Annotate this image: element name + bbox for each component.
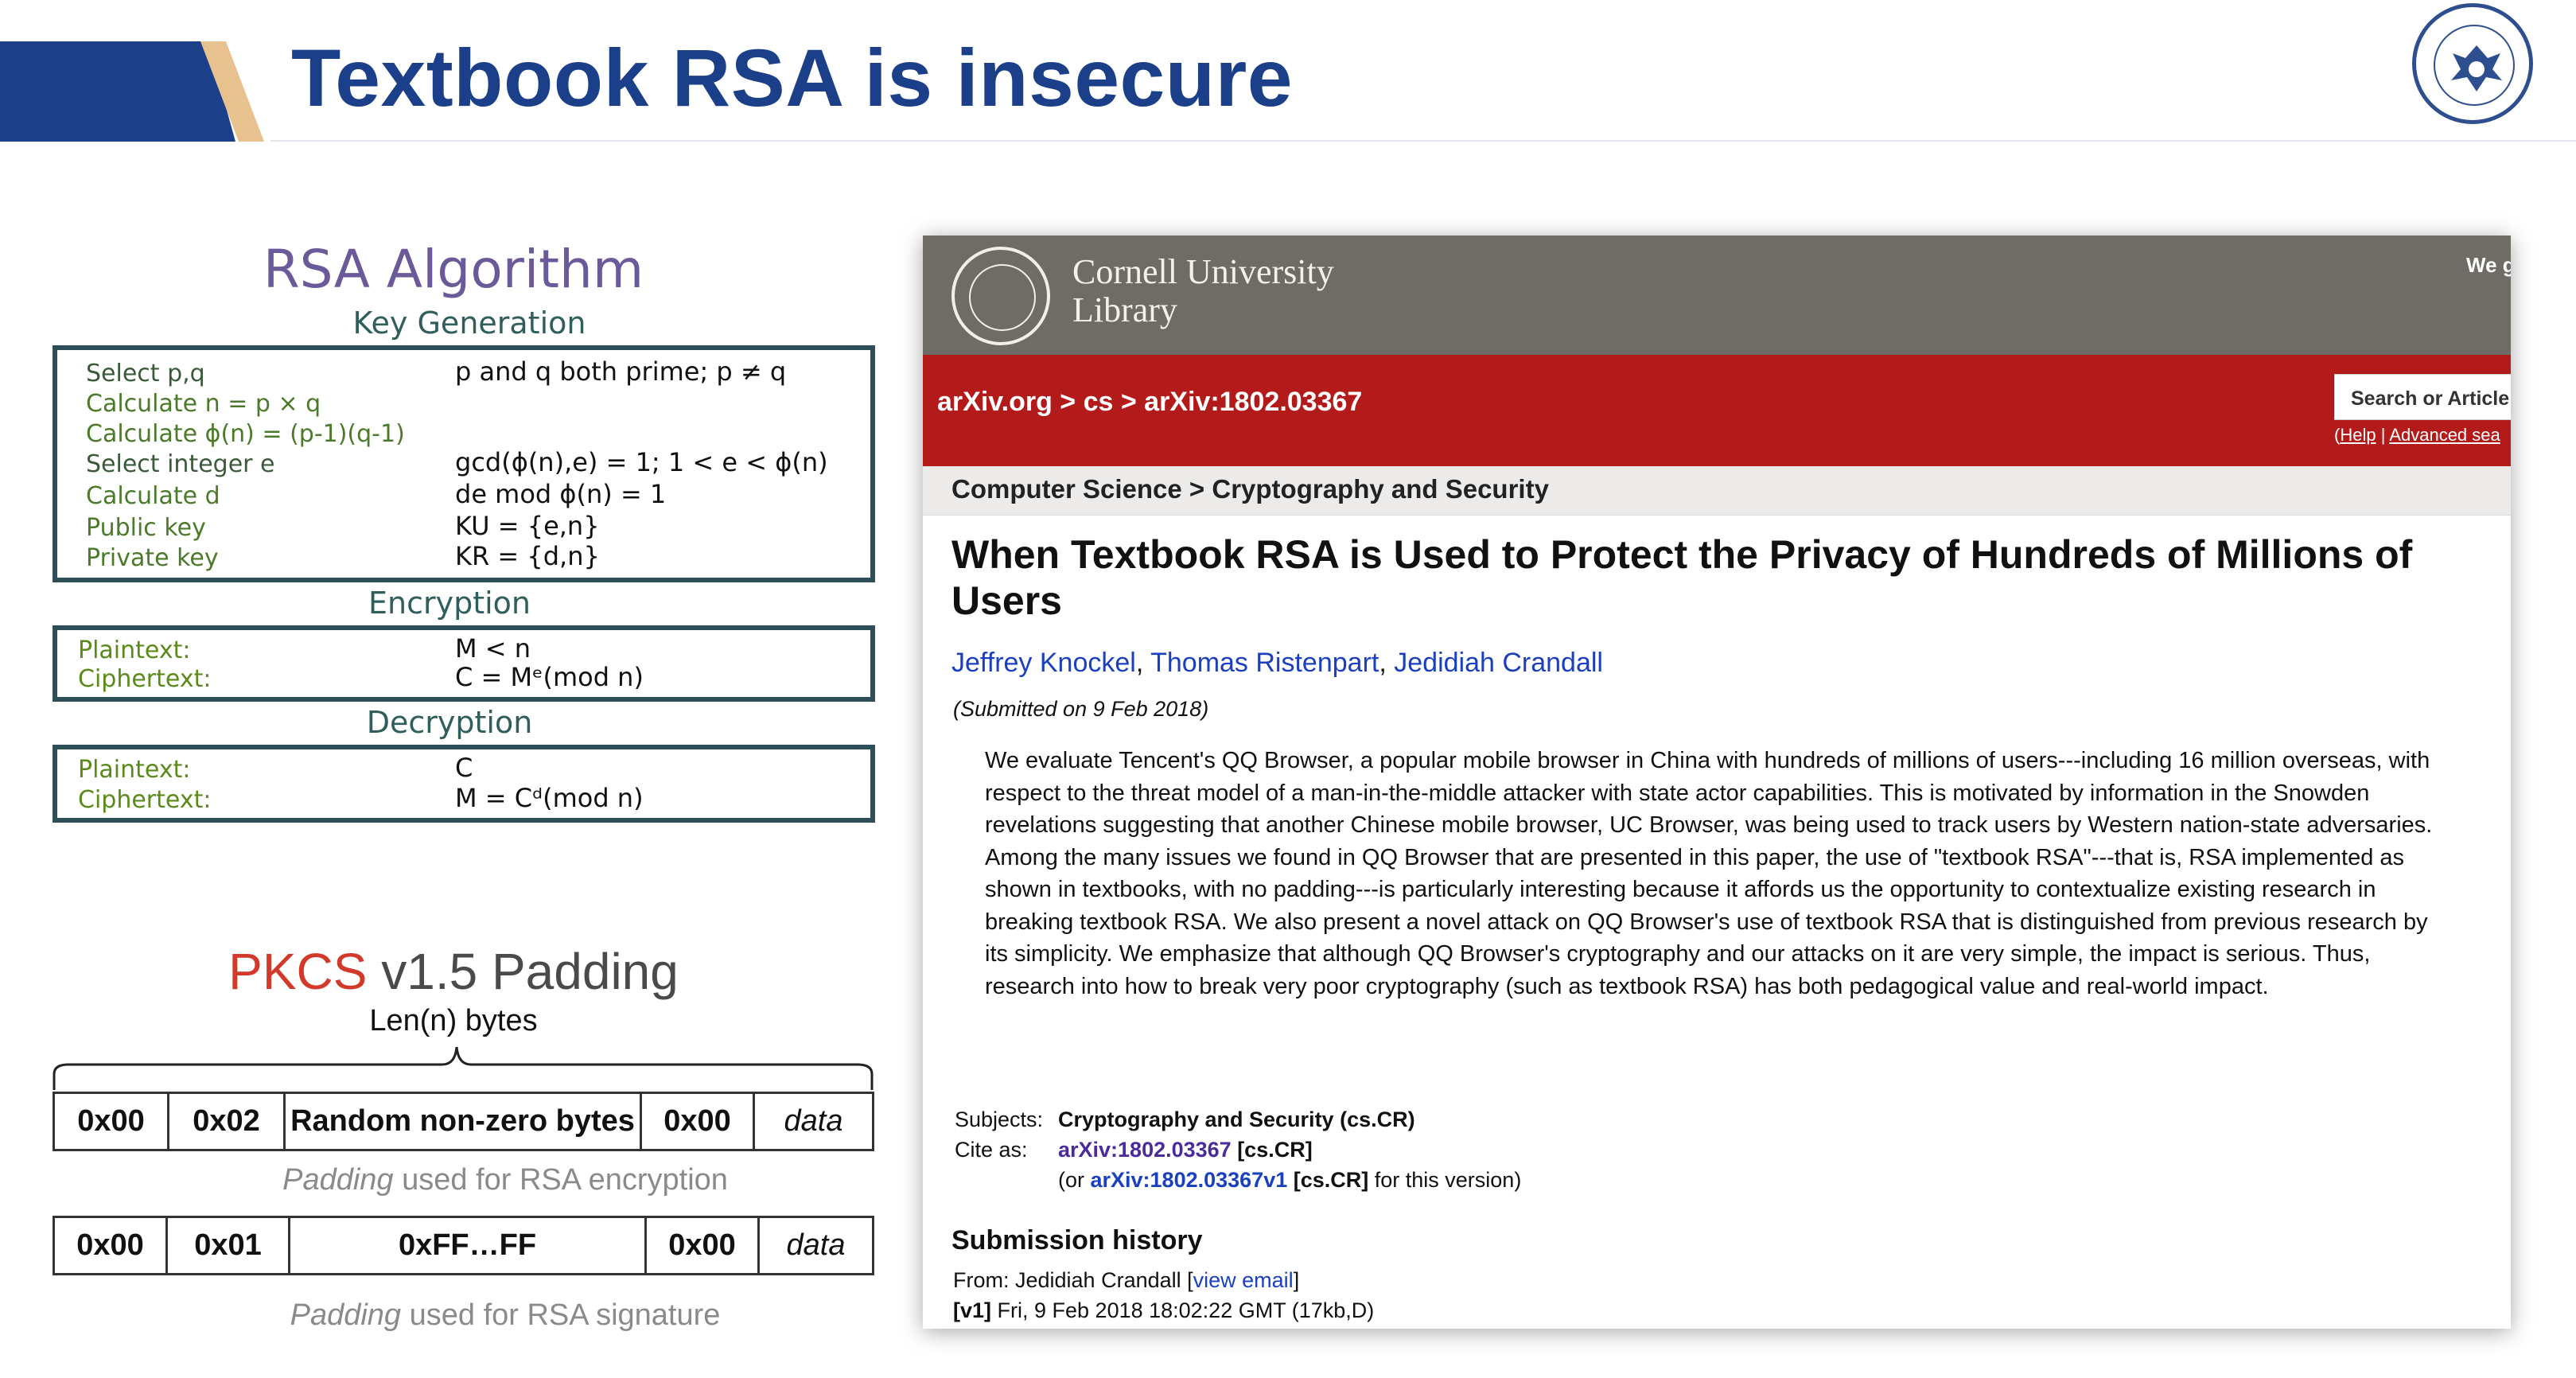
cite-row: Cite as: arXiv:1802.03367 [cs.CR] [955, 1138, 1313, 1162]
key-generation-box: Select p,q p and q both prime; p ≠ q Cal… [53, 345, 875, 582]
dec-plaintext-value: C [455, 753, 473, 783]
enc-ciphertext-label: Ciphertext: [78, 665, 212, 693]
slide-title: Textbook RSA is insecure [291, 33, 1294, 123]
kg-value: gcd(ϕ(n),e) = 1; 1 < e < ϕ(n) [455, 447, 828, 477]
search-help-links: (Help | Advanced sea [2334, 425, 2500, 446]
version-tag: [v1] [953, 1298, 992, 1322]
padding-cell: Random non-zero bytes [283, 1092, 642, 1151]
cite-version-link[interactable]: arXiv:1802.03367v1 [1091, 1168, 1288, 1192]
help-sep: | [2376, 425, 2390, 445]
author-sep: , [1379, 648, 1395, 678]
encryption-padding-caption: Padding used for RSA encryption [127, 1163, 883, 1197]
cite-tag: [cs.CR] [1231, 1138, 1313, 1162]
encryption-heading: Encryption [368, 586, 531, 621]
caption-rest: used for RSA signature [401, 1298, 721, 1332]
kg-value: de mod ϕ(n) = 1 [455, 479, 667, 509]
cite-label: Cite as: [955, 1138, 1028, 1162]
subjects-label: Subjects: [955, 1107, 1044, 1131]
signature-padding-table: 0x00 0x01 0xFF…FF 0x00 data [53, 1216, 874, 1275]
caption-rest: used for RSA encryption [393, 1163, 728, 1197]
submission-from: From: Jedidiah Crandall [view email] [953, 1268, 1299, 1293]
author-link[interactable]: Thomas Ristenpart [1150, 648, 1379, 678]
padding-cell: 0xFF…FF [288, 1216, 647, 1275]
rsa-algorithm-title: RSA Algorithm [263, 239, 644, 300]
header-right-text: We g [2466, 253, 2511, 277]
decryption-box: Plaintext: C Ciphertext: M = Cᵈ(mod n) [53, 745, 875, 823]
padding-cell: 0x00 [53, 1092, 169, 1151]
submission-history-heading: Submission history [951, 1225, 1203, 1255]
kg-label: Select p,q [86, 360, 205, 387]
kg-value: p and q both prime; p ≠ q [455, 356, 787, 387]
author-link[interactable]: Jeffrey Knockel [951, 648, 1136, 678]
dec-plaintext-label: Plaintext: [78, 756, 191, 784]
cite-v-suffix: for this version) [1368, 1168, 1522, 1192]
padding-cell: data [753, 1092, 874, 1151]
submitted-date: (Submitted on 9 Feb 2018) [953, 697, 1209, 721]
abstract-paragraph: Among the many issues we found in QQ Bro… [985, 844, 2428, 999]
cite-link[interactable]: arXiv:1802.03367 [1058, 1138, 1232, 1162]
author-list: Jeffrey Knockel, Thomas Ristenpart, Jedi… [951, 648, 1603, 679]
enc-plaintext-label: Plaintext: [78, 636, 191, 664]
library-line2: Library [1072, 290, 1177, 329]
enc-ciphertext-value: C = Mᵉ(mod n) [455, 662, 644, 692]
library-line1: Cornell University [1072, 252, 1334, 291]
kg-label: Calculate n = p × q [86, 390, 321, 418]
encryption-padding-table: 0x00 0x02 Random non-zero bytes 0x00 dat… [53, 1092, 874, 1151]
pkcs-title: PKCS v1.5 Padding [199, 942, 708, 1001]
dec-ciphertext-value: M = Cᵈ(mod n) [455, 783, 644, 813]
decryption-heading: Decryption [366, 705, 533, 740]
paper-title: When Textbook RSA is Used to Protect the… [951, 532, 2413, 623]
abstract: We evaluate Tencent's QQ Browser, a popu… [985, 745, 2441, 1002]
caption-em: Padding [290, 1298, 402, 1332]
version-row: [v1] Fri, 9 Feb 2018 18:02:22 GMT (17kb,… [953, 1298, 1374, 1323]
padding-cell: 0x02 [167, 1092, 286, 1151]
advanced-search-link[interactable]: Advanced sea [2389, 425, 2500, 445]
encryption-box: Plaintext: M < n Ciphertext: C = Mᵉ(mod … [53, 625, 875, 702]
kg-value: KR = {d,n} [455, 541, 600, 571]
author-link[interactable]: Jedidiah Crandall [1394, 648, 1603, 678]
signature-padding-caption: Padding used for RSA signature [127, 1298, 883, 1333]
caption-em: Padding [282, 1163, 394, 1197]
padding-cell: 0x00 [53, 1216, 168, 1275]
kg-label: Public key [86, 514, 206, 542]
kg-value: KU = {e,n} [455, 511, 600, 541]
cite-v-tag: [cs.CR] [1287, 1168, 1369, 1192]
padding-cell: 0x01 [165, 1216, 290, 1275]
abstract-paragraph: We evaluate Tencent's QQ Browser, a popu… [985, 748, 2433, 838]
pkcs-title-rest: v1.5 Padding [367, 943, 679, 1000]
padding-cell: 0x00 [644, 1216, 760, 1275]
search-input[interactable]: Search or Article [2334, 374, 2511, 420]
subjects-value: Cryptography and Security (cs.CR) [1058, 1107, 1415, 1131]
kg-label: Calculate d [86, 482, 220, 510]
key-generation-heading: Key Generation [352, 306, 586, 341]
kg-label: Private key [86, 544, 219, 572]
version-text: Fri, 9 Feb 2018 18:02:22 GMT (17kb,D) [991, 1298, 1375, 1322]
enc-plaintext-value: M < n [455, 633, 531, 664]
len-brace [53, 1046, 874, 1090]
arxiv-screenshot: Cornell University Library We g arXiv.or… [923, 236, 2511, 1329]
pkcs-title-red: PKCS [228, 943, 368, 1000]
kg-label: Select integer e [86, 450, 275, 478]
subjects-row: Subjects: Cryptography and Security (cs.C… [955, 1107, 1415, 1132]
kg-label: Calculate ϕ(n) = (p-1)(q-1) [86, 420, 405, 448]
cornell-seal-icon [951, 247, 1050, 345]
padding-cell: data [757, 1216, 874, 1275]
zju-seal-icon [2412, 3, 2533, 124]
from-text: From: Jedidiah Crandall [ [953, 1268, 1193, 1292]
dec-ciphertext-label: Ciphertext: [78, 786, 212, 814]
from-close: ] [1293, 1268, 1300, 1292]
padding-cell: 0x00 [640, 1092, 755, 1151]
subject-breadcrumb[interactable]: Computer Science > Cryptography and Secu… [951, 474, 1549, 504]
cornell-library-name[interactable]: Cornell University Library [1072, 253, 1334, 329]
breadcrumb[interactable]: arXiv.org > cs > arXiv:1802.03367 [937, 387, 1362, 418]
cite-version-row: (or arXiv:1802.03367v1 [cs.CR] for this … [1058, 1168, 1521, 1193]
view-email-link[interactable]: view email [1193, 1268, 1294, 1292]
author-sep: , [1135, 648, 1151, 678]
header-rule [270, 140, 2576, 142]
len-n-label: Len(n) bytes [369, 1004, 538, 1037]
cite-v-prefix: (or [1058, 1168, 1091, 1192]
help-link[interactable]: Help [2340, 425, 2376, 445]
